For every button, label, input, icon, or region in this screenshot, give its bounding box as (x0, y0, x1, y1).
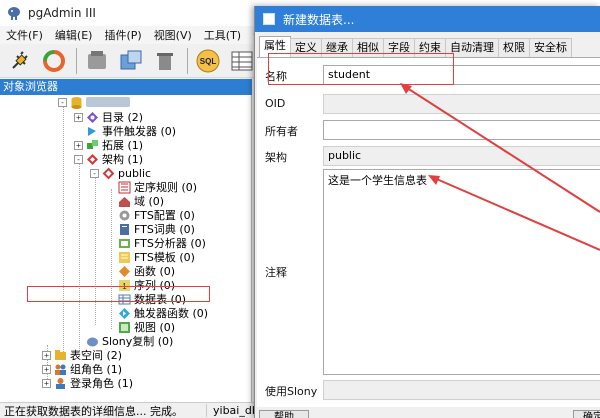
function-icon (119, 265, 130, 277)
tree-guide-line (79, 161, 80, 351)
fts-template-icon (119, 251, 130, 263)
dialog-titlebar: 新建数据表... (255, 6, 600, 32)
menu-view[interactable]: 视图(V) (148, 27, 198, 43)
query-icon[interactable] (117, 47, 145, 75)
tree-node-tablespaces[interactable]: + 表空间 (2) (42, 348, 122, 362)
toolbar-separator (187, 47, 188, 74)
dialog-button-bar: 帮助 确定 (255, 407, 600, 418)
annotation-highlight-tables (27, 286, 210, 302)
tree-node-functions[interactable]: 函数 (0) (118, 264, 175, 278)
expand-toggle[interactable]: + (74, 140, 83, 150)
tree-node-public[interactable]: - public (90, 166, 151, 180)
toolbar-separator (76, 47, 77, 74)
menu-tools[interactable]: 工具(T) (198, 27, 247, 43)
group-role-icon (55, 364, 66, 375)
owner-select[interactable] (323, 120, 600, 140)
tab-security-labels[interactable]: 安全标 (529, 38, 572, 57)
tree-node-trigger-functions[interactable]: 触发器函数 (0) (118, 306, 208, 320)
tree-node-fts-dictionaries[interactable]: FTS词典 (0) (118, 222, 195, 236)
tree-node-catalogs[interactable]: + 目录 (2) (74, 110, 143, 124)
collapse-toggle[interactable]: - (58, 97, 67, 107)
collation-icon (118, 181, 131, 193)
tree-node-login-roles[interactable]: + 登录角色 (1) (42, 376, 133, 390)
tree-node-fts-parsers[interactable]: FTS分析器 (0) (118, 236, 206, 250)
object-browser-header: 对象浏览器 (0, 79, 252, 95)
ok-button[interactable]: 确定 (573, 410, 600, 418)
tree-guide-line (95, 175, 96, 325)
tree-node-database[interactable]: - (58, 95, 130, 109)
fts-dictionary-icon (120, 223, 129, 235)
app-title: pgAdmin III (28, 6, 96, 20)
schema-icon (87, 153, 98, 165)
sql-icon[interactable]: SQL (194, 47, 222, 75)
expand-toggle[interactable]: + (42, 364, 51, 374)
tree-label: 登录角色 (1) (70, 377, 134, 390)
schema-select[interactable]: public (323, 146, 600, 166)
event-trigger-icon (88, 126, 96, 136)
fts-parser-icon (119, 238, 130, 248)
fts-config-icon (119, 210, 130, 220)
comment-textarea[interactable]: 这是一个学生信息表 (323, 169, 600, 375)
object-browser-tree[interactable]: - + 目录 (2) 事件触发器 (0) + 拓展 (1) - 架构 (1) -… (0, 95, 252, 402)
domain-icon (119, 196, 130, 207)
tree-node-fts-templates[interactable]: FTS模板 (0) (118, 250, 195, 264)
expand-toggle[interactable]: + (74, 112, 83, 122)
tree-label: 架构 (1) (102, 153, 144, 166)
redacted-database-name (86, 97, 130, 107)
oid-field (323, 94, 600, 114)
elephant-logo-icon (8, 7, 20, 20)
menu-plugins[interactable]: 插件(P) (98, 27, 147, 43)
trash-icon[interactable] (151, 47, 179, 75)
plug-icon[interactable] (6, 47, 34, 75)
tree-node-extensions[interactable]: + 拓展 (1) (74, 138, 143, 152)
help-button[interactable]: 帮助 (259, 410, 309, 418)
status-database: yibai_db (206, 404, 259, 417)
tree-guide-line (111, 189, 112, 329)
sql-icon-label: SQL (200, 57, 217, 66)
public-schema-icon (102, 167, 115, 179)
slony-icon (87, 337, 98, 346)
tree-node-group-roles[interactable]: + 组角色 (1) (42, 362, 122, 376)
status-text: 正在获取数据表的详细信息... 完成。 (4, 404, 183, 418)
login-role-icon (56, 377, 65, 389)
use-slony-label: 使用Slony (265, 385, 318, 398)
table-view-icon[interactable] (228, 47, 256, 75)
tree-node-collations[interactable]: 定序规则 (0) (118, 180, 197, 194)
tree-guide-line (63, 105, 64, 360)
dialog-title: 新建数据表... (283, 12, 355, 27)
properties-panel: 名称 student OID 所有者 架构 public 注释 这是一个学生信息… (257, 57, 600, 407)
collapse-toggle[interactable]: - (74, 154, 83, 164)
menu-edit[interactable]: 编辑(E) (49, 27, 99, 43)
tree-node-domains[interactable]: 域 (0) (118, 194, 164, 208)
tree-node-event-triggers[interactable]: 事件触发器 (0) (86, 124, 176, 138)
menu-file[interactable]: 文件(F) (0, 27, 49, 43)
properties-icon[interactable] (83, 47, 111, 75)
tree-node-fts-configs[interactable]: FTS配置 (0) (118, 208, 195, 222)
table-icon (263, 13, 275, 25)
tablespace-icon (55, 349, 66, 360)
tree-label: public (118, 166, 152, 180)
oid-label: OID (265, 97, 286, 110)
annotation-highlight-name (268, 53, 454, 85)
schema-label: 架构 (265, 151, 287, 164)
tree-node-slony[interactable]: Slony复制 (0) (86, 334, 173, 348)
tree-node-views[interactable]: 视图 (0) (118, 320, 175, 334)
expand-toggle[interactable]: + (42, 378, 51, 388)
tree-node-schemas[interactable]: - 架构 (1) (74, 152, 143, 166)
extension-icon (87, 139, 98, 149)
trigger-function-icon (119, 307, 130, 319)
expand-toggle[interactable]: + (42, 350, 51, 360)
tab-privileges[interactable]: 权限 (498, 38, 530, 57)
use-slony-field[interactable] (323, 380, 600, 400)
refresh-icon[interactable] (40, 47, 68, 75)
database-icon (71, 96, 82, 109)
catalog-icon (87, 111, 98, 123)
comment-label: 注释 (265, 266, 287, 279)
owner-label: 所有者 (265, 125, 298, 138)
view-icon (119, 321, 130, 333)
collapse-toggle[interactable]: - (90, 168, 99, 178)
